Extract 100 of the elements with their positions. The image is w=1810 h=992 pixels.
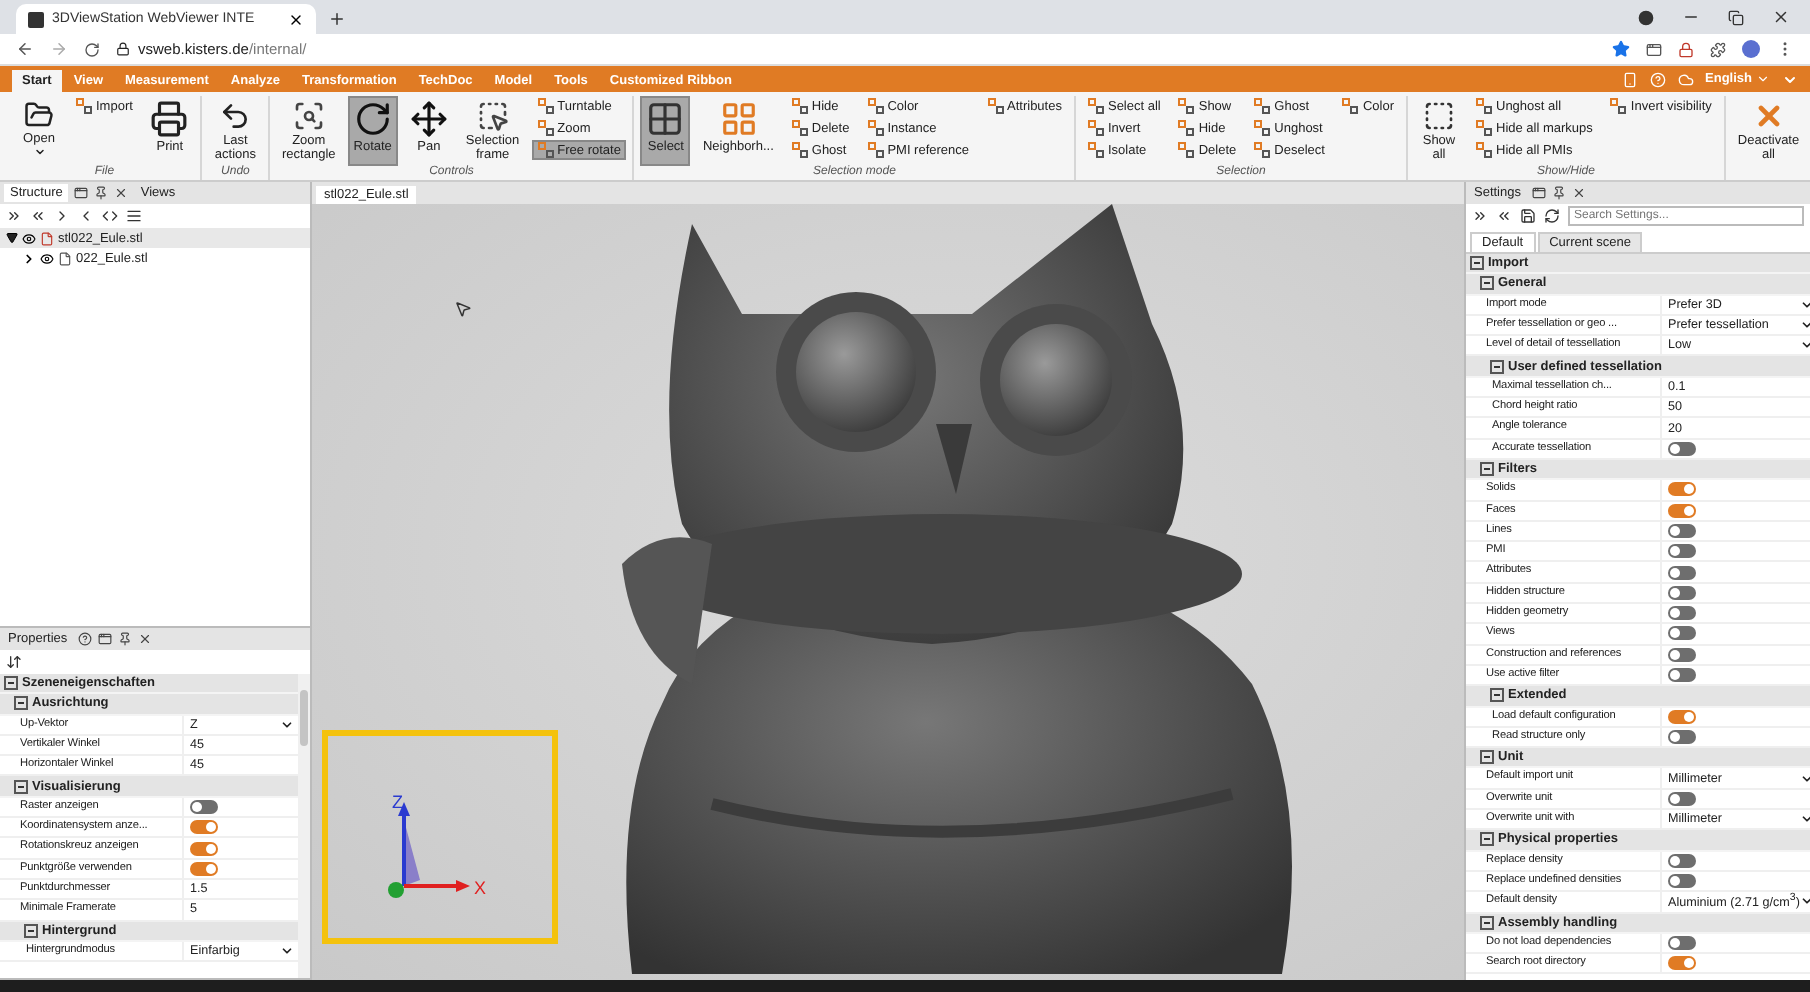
tool-icon — [1476, 98, 1492, 114]
tool-icon — [537, 120, 554, 136]
toggle-switch[interactable] — [1668, 626, 1696, 641]
collapse-icon[interactable] — [1480, 915, 1494, 930]
window-icon[interactable] — [1531, 186, 1545, 200]
eye-icon[interactable] — [22, 231, 36, 245]
pin-icon[interactable] — [117, 632, 132, 646]
close-icon[interactable] — [1772, 8, 1790, 26]
tool-icon — [867, 120, 884, 136]
toggle-switch[interactable] — [1668, 441, 1696, 456]
new-tab-icon[interactable] — [328, 10, 346, 28]
scrollbar[interactable] — [298, 674, 310, 978]
toggle-switch[interactable] — [190, 799, 218, 814]
collapse-ribbon-icon[interactable] — [1782, 71, 1798, 87]
collapse-icon[interactable] — [1480, 276, 1494, 291]
puzzle-icon[interactable] — [1710, 41, 1726, 57]
collapse-icon[interactable] — [1480, 750, 1494, 765]
eye-icon[interactable] — [40, 251, 54, 265]
toggle-switch[interactable] — [1668, 956, 1696, 971]
tool-icon — [1476, 120, 1492, 136]
tool-icon — [1178, 98, 1195, 114]
phone-icon[interactable] — [1621, 71, 1638, 87]
refresh-icon[interactable] — [1544, 208, 1560, 224]
file-icon — [40, 231, 54, 245]
toggle-switch[interactable] — [190, 820, 218, 835]
close-icon[interactable] — [114, 186, 129, 200]
collapse-icon[interactable] — [14, 696, 28, 711]
tool-icon — [1254, 142, 1271, 158]
lock-icon[interactable] — [1678, 41, 1694, 57]
collapse-icon[interactable] — [1490, 688, 1504, 703]
axis-label: Z — [392, 792, 403, 812]
toggle-switch[interactable] — [190, 861, 218, 876]
close-icon[interactable] — [288, 11, 304, 27]
tool-icon — [537, 98, 554, 114]
tool-icon — [537, 142, 554, 158]
toggle-switch[interactable] — [190, 841, 218, 856]
collapse-icon[interactable] — [14, 779, 28, 794]
collapse-all-icon[interactable] — [30, 208, 46, 224]
toggle-switch[interactable] — [1668, 544, 1696, 559]
pin-icon[interactable] — [1551, 186, 1565, 200]
avatar-icon[interactable] — [1742, 40, 1760, 58]
sort-icon[interactable] — [6, 654, 22, 670]
tool-icon — [1087, 98, 1104, 114]
expand-all-icon[interactable] — [1472, 208, 1488, 224]
lock-icon — [116, 42, 130, 56]
expanded-arrow-icon[interactable] — [6, 232, 18, 244]
grid-icon — [719, 100, 758, 138]
collapse-icon[interactable] — [24, 923, 38, 938]
toggle-switch[interactable] — [1668, 524, 1696, 538]
collapse-icon[interactable] — [1480, 832, 1494, 847]
restore-icon[interactable] — [1728, 9, 1744, 25]
toggle-switch[interactable] — [1668, 565, 1696, 580]
3d-viewport[interactable]: Z X — [312, 204, 1464, 980]
move-arrows-icon — [409, 100, 448, 138]
tool-icon — [791, 142, 808, 158]
cloud-icon[interactable] — [1677, 71, 1694, 87]
toggle-switch[interactable] — [1668, 606, 1696, 621]
collapse-icon[interactable] — [1480, 462, 1494, 477]
folder-icon — [20, 100, 58, 130]
chevron-down-icon — [280, 717, 294, 732]
rotate-icon — [353, 100, 392, 138]
code-icon[interactable] — [102, 208, 118, 224]
tool-icon — [1476, 142, 1492, 158]
back-icon[interactable] — [16, 40, 34, 58]
collapse-icon[interactable] — [1470, 256, 1484, 271]
toggle-switch[interactable] — [1668, 647, 1696, 662]
collapse-icon[interactable] — [1490, 359, 1504, 374]
axis-label: X — [474, 878, 487, 898]
tool-icon — [1087, 120, 1104, 136]
save-icon[interactable] — [1520, 208, 1536, 224]
reload-icon[interactable] — [84, 41, 100, 57]
toggle-switch[interactable] — [1668, 853, 1696, 868]
list-icon[interactable] — [126, 208, 142, 224]
chevron-down-icon — [1799, 894, 1810, 909]
close-icon[interactable] — [137, 632, 152, 646]
toggle-switch[interactable] — [1668, 668, 1696, 683]
toggle-switch[interactable] — [1668, 585, 1696, 600]
toggle-switch[interactable] — [1668, 874, 1696, 889]
star-icon[interactable] — [1612, 40, 1630, 58]
expand-all-icon[interactable] — [6, 208, 22, 224]
toggle-switch[interactable] — [1668, 503, 1696, 518]
record-icon[interactable] — [1638, 9, 1654, 25]
pin-icon[interactable] — [94, 186, 109, 200]
tool-icon — [1254, 120, 1271, 136]
help-icon[interactable] — [77, 632, 92, 646]
chevron-down-icon — [1799, 771, 1810, 786]
collapse-icon[interactable] — [4, 676, 18, 691]
toggle-switch[interactable] — [1668, 482, 1696, 497]
tool-icon — [1178, 142, 1195, 158]
chevron-right-icon[interactable] — [54, 208, 70, 224]
window-icon[interactable] — [74, 186, 89, 200]
toggle-switch[interactable] — [1668, 729, 1696, 744]
window-icon[interactable] — [97, 632, 112, 646]
collapse-all-icon[interactable] — [1496, 208, 1512, 224]
toggle-switch[interactable] — [1668, 935, 1696, 950]
chevron-left-icon[interactable] — [78, 208, 94, 224]
chevron-down-icon — [1799, 812, 1810, 827]
toggle-switch[interactable] — [1668, 791, 1696, 806]
toggle-switch[interactable] — [1668, 709, 1696, 724]
close-icon[interactable] — [1571, 186, 1585, 200]
